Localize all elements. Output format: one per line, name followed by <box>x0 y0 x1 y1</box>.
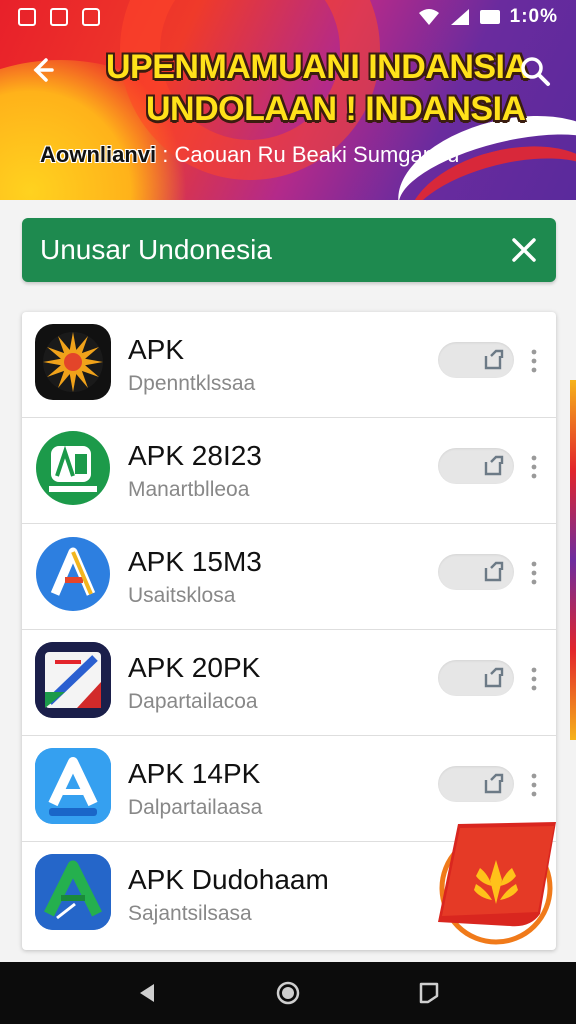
app-toggle[interactable] <box>438 448 514 484</box>
share-icon <box>484 667 504 688</box>
notification-icon <box>18 8 36 26</box>
more-options-icon[interactable] <box>528 348 540 374</box>
share-icon <box>484 455 504 476</box>
page-subtitle: Aownlianvi : Caouan Ru Beaki Sumganiru <box>40 142 459 168</box>
app-toggle[interactable] <box>438 660 514 696</box>
close-icon[interactable] <box>508 234 540 266</box>
system-navigation-bar <box>0 962 576 1024</box>
app-description: Sajantsilsasa <box>128 902 252 925</box>
header-banner: 1:0% UPENMAMUANI INDANSIA UNDOLAAN ! IND… <box>0 0 576 200</box>
page-title-line-2: UNDOLAAN ! INDANSIA <box>146 90 526 128</box>
blue-a-app-icon <box>35 536 111 612</box>
subtitle-text: : Caouan Ru Beaki Sumganiru <box>162 142 460 167</box>
green-arrow-app-icon <box>35 854 111 930</box>
filter-label: Unusar Undonesia <box>40 234 272 265</box>
app-description: Usaitsklosa <box>128 584 236 607</box>
battery-icon <box>479 10 500 24</box>
recents-nav-icon[interactable] <box>416 980 442 1006</box>
subtitle-bold: Aownlianvi <box>40 142 157 167</box>
more-options-icon[interactable] <box>528 666 540 692</box>
home-nav-icon[interactable] <box>275 980 301 1006</box>
app-name: APK <box>128 334 185 365</box>
filter-bar[interactable]: Unusar Undonesia <box>22 218 556 282</box>
navy-card-app-icon <box>35 642 111 718</box>
app-description: Dalpartailaasa <box>128 796 263 819</box>
floating-action-button[interactable] <box>430 818 564 948</box>
list-item[interactable]: APK 20PK Dapartailacoa <box>22 630 556 736</box>
light-blue-a-app-icon <box>35 748 111 824</box>
page-title-line-1: UPENMAMUANI INDANSIA <box>106 48 529 86</box>
app-description: Dpenntklssaa <box>128 372 256 395</box>
status-time: 1:0% <box>509 6 558 27</box>
app-toggle[interactable] <box>438 554 514 590</box>
side-decoration <box>570 380 576 740</box>
app-name: APK 28I23 <box>128 440 262 471</box>
list-item[interactable]: APK 28I23 Manartblleoa <box>22 418 556 524</box>
notification-icon <box>50 8 68 26</box>
app-name: APK 14PK <box>128 758 261 789</box>
search-icon[interactable] <box>518 54 552 88</box>
app-name: APK Dudohaam <box>128 864 329 895</box>
list-item[interactable]: APK Dpenntklssaa <box>22 312 556 418</box>
more-options-icon[interactable] <box>528 772 540 798</box>
app-toggle[interactable] <box>438 342 514 378</box>
sunburst-app-icon <box>35 324 111 400</box>
share-icon <box>484 349 504 370</box>
share-icon <box>484 773 504 794</box>
status-bar: 1:0% <box>0 0 576 34</box>
list-item[interactable]: APK 15M3 Usaitsklosa <box>22 524 556 630</box>
app-description: Manartblleoa <box>128 478 250 501</box>
app-description: Dapartailacoa <box>128 690 258 713</box>
green-logo-app-icon <box>35 430 111 506</box>
more-options-icon[interactable] <box>528 454 540 480</box>
share-icon <box>484 561 504 582</box>
back-nav-icon[interactable] <box>134 980 160 1006</box>
lock-icon <box>82 8 100 26</box>
app-name: APK 15M3 <box>128 546 262 577</box>
signal-icon <box>450 9 469 25</box>
more-options-icon[interactable] <box>528 560 540 586</box>
back-arrow-icon[interactable] <box>26 54 58 86</box>
app-name: APK 20PK <box>128 652 261 683</box>
app-toggle[interactable] <box>438 766 514 802</box>
wifi-icon <box>418 9 439 25</box>
